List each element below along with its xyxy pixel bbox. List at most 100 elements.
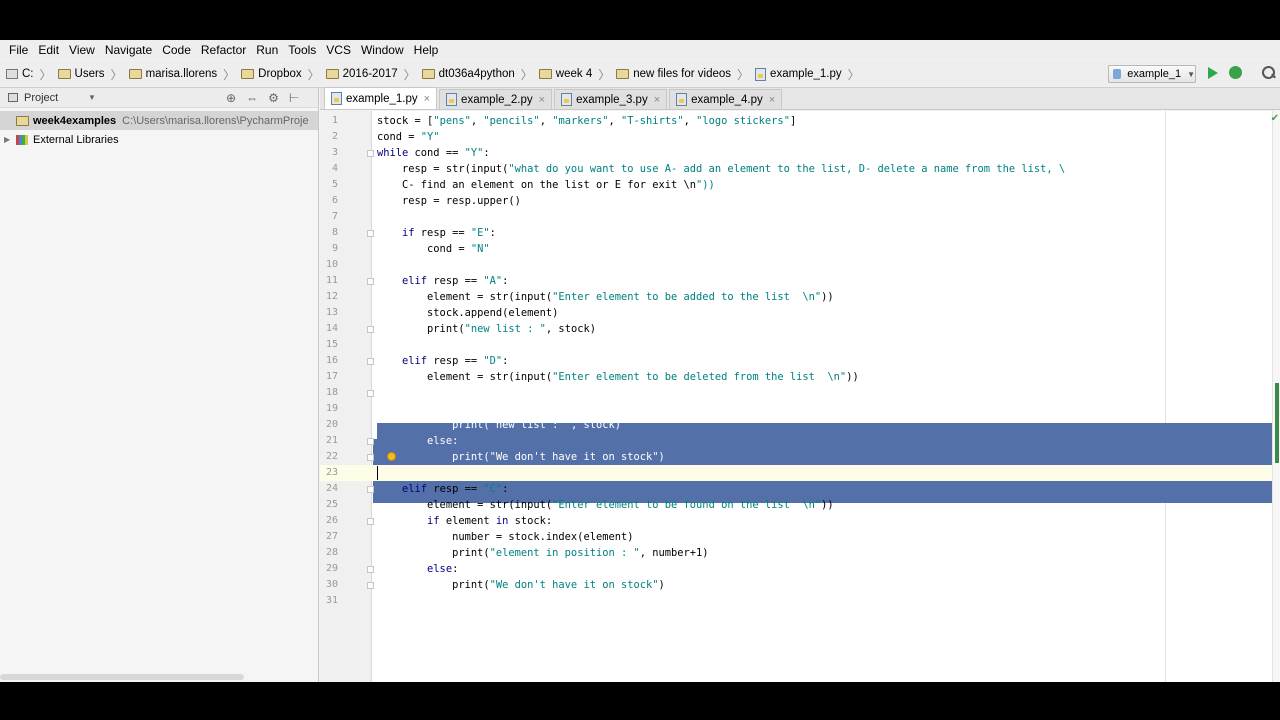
code-line[interactable]: 4 resp = str(input("what do you want to … [320,161,1280,177]
code-line[interactable]: 17 element = str(input("Enter element to… [320,369,1280,385]
chevron-down-icon[interactable]: ▼ [88,93,96,102]
fold-marker-icon[interactable] [367,150,374,157]
code-line[interactable]: 13 stock.append(element) [320,305,1280,321]
fold-marker-icon[interactable] [367,486,374,493]
close-icon[interactable]: × [539,94,545,106]
code-line[interactable]: 2 cond = "Y" [320,129,1280,145]
menu-help[interactable]: Help [409,43,444,57]
code-line[interactable]: 1 stock = ["pens", "pencils", "markers", … [320,113,1280,129]
screen-top-border [0,0,1280,40]
breadcrumb-drive[interactable]: C: 〉 [6,66,52,83]
breadcrumb-file[interactable]: example_1.py 〉 [755,66,860,83]
fold-marker-icon[interactable] [367,390,374,397]
code-text: element = str(input("Enter element to be… [377,371,859,383]
line-number: 28 [325,547,338,558]
code-line[interactable]: 6 resp = resp.upper() [320,193,1280,209]
fold-marker-icon[interactable] [367,230,374,237]
fold-marker-icon[interactable] [367,326,374,333]
breadcrumb-user[interactable]: marisa.llorens 〉 [128,66,235,83]
tree-item-external-libraries[interactable]: ▶ External Libraries [0,130,318,149]
code-line[interactable]: 12 element = str(input("Enter element to… [320,289,1280,305]
search-icon[interactable] [1262,66,1276,80]
horizontal-scrollbar[interactable] [0,674,244,680]
breadcrumb-label: C: [22,68,34,80]
chevron-right-icon: 〉 [847,67,860,82]
hide-panel-icon[interactable]: ⊢ [289,91,299,105]
code-line[interactable]: 27 number = stock.index(element) [320,529,1280,545]
error-stripe[interactable]: ✔ [1271,111,1280,682]
code-line[interactable]: 18 if element in stock: [320,385,1280,401]
code-line[interactable]: 15 [320,337,1280,353]
code-line[interactable]: 23 [320,465,1280,481]
fold-marker-icon[interactable] [367,358,374,365]
code-text: cond = "Y" [377,131,440,143]
code-line[interactable]: 29 else: [320,561,1280,577]
run-configuration-select[interactable]: example_1 ▼ [1108,65,1196,83]
menu-edit[interactable]: Edit [33,43,64,57]
code-line[interactable]: 22 print("We don't have it on stock") [320,449,1280,465]
tab-example-1[interactable]: example_1.py × [324,87,438,109]
fold-marker-icon[interactable] [367,582,374,589]
code-line[interactable]: 11 elif resp == "A": [320,273,1280,289]
tree-item-root[interactable]: week4examples C:\Users\marisa.llorens\Py… [0,111,318,130]
chevron-right-icon: 〉 [598,67,611,82]
tab-example-4[interactable]: example_4.py × [669,89,783,109]
menu-tools[interactable]: Tools [283,43,321,57]
code-editor[interactable]: 1 stock = ["pens", "pencils", "markers", … [320,111,1280,682]
fold-marker-icon[interactable] [367,566,374,573]
code-line[interactable]: 25 element = str(input("Enter element to… [320,497,1280,513]
library-icon [16,134,28,145]
intention-bulb-icon[interactable] [387,452,396,461]
menu-view[interactable]: View [64,43,100,57]
code-text: print("We don't have it on stock") [377,579,665,591]
tab-example-3[interactable]: example_3.py × [554,89,668,109]
fold-marker-icon[interactable] [367,518,374,525]
code-line[interactable]: 28 print("element in position : ", numbe… [320,545,1280,561]
gear-icon[interactable]: ⚙ [268,91,279,105]
fold-marker-icon[interactable] [367,438,374,445]
code-line[interactable]: 9 cond = "N" [320,241,1280,257]
code-line[interactable]: 26 if element in stock: [320,513,1280,529]
scroll-from-source-icon[interactable]: ⊕ [226,91,236,105]
breadcrumb-dropbox[interactable]: Dropbox 〉 [241,66,320,83]
breadcrumb-year[interactable]: 2016-2017 〉 [325,66,416,83]
line-number: 5 [331,179,338,190]
menu-code[interactable]: Code [157,43,196,57]
breadcrumb-week[interactable]: week 4 〉 [538,66,611,83]
fold-marker-icon[interactable] [367,454,374,461]
close-icon[interactable]: × [769,94,775,106]
code-line[interactable]: 21 else: [320,433,1280,449]
code-line[interactable]: 24 elif resp == "C": [320,481,1280,497]
fold-marker-icon[interactable] [367,278,374,285]
code-line[interactable]: 20 print("new list : ", stock) [320,417,1280,433]
code-line[interactable]: 7 [320,209,1280,225]
breadcrumb-label: 2016-2017 [342,68,398,80]
menu-run[interactable]: Run [251,43,283,57]
run-icon[interactable] [1208,67,1218,79]
code-line[interactable]: 14 print("new list : ", stock) [320,321,1280,337]
change-marker[interactable] [1275,383,1279,463]
code-line[interactable]: 8 if resp == "E": [320,225,1280,241]
code-line[interactable]: 30 print("We don't have it on stock") [320,577,1280,593]
close-icon[interactable]: × [424,93,430,105]
code-line[interactable]: 16 elif resp == "D": [320,353,1280,369]
breadcrumb-users[interactable]: Users 〉 [57,66,123,83]
menu-refactor[interactable]: Refactor [196,43,251,57]
code-line[interactable]: 31 [320,593,1280,609]
project-view-select[interactable]: Project [24,92,58,104]
menu-window[interactable]: Window [356,43,409,57]
menu-vcs[interactable]: VCS [321,43,356,57]
code-line[interactable]: 5 C- find an element on the list or E fo… [320,177,1280,193]
expand-arrow-icon[interactable]: ▶ [4,135,12,144]
debug-icon[interactable] [1229,66,1242,79]
breadcrumb-folder[interactable]: new files for videos 〉 [616,66,749,83]
tab-example-2[interactable]: example_2.py × [439,89,553,109]
close-icon[interactable]: × [654,94,660,106]
collapse-all-icon[interactable]: ⇔ [246,91,258,105]
menu-file[interactable]: File [4,43,33,57]
code-line[interactable]: 19 stock.remove(element) [320,401,1280,417]
code-line[interactable]: 10 [320,257,1280,273]
code-line[interactable]: 3 while cond == "Y": [320,145,1280,161]
menu-navigate[interactable]: Navigate [100,43,157,57]
breadcrumb-course[interactable]: dt036a4python 〉 [421,66,533,83]
